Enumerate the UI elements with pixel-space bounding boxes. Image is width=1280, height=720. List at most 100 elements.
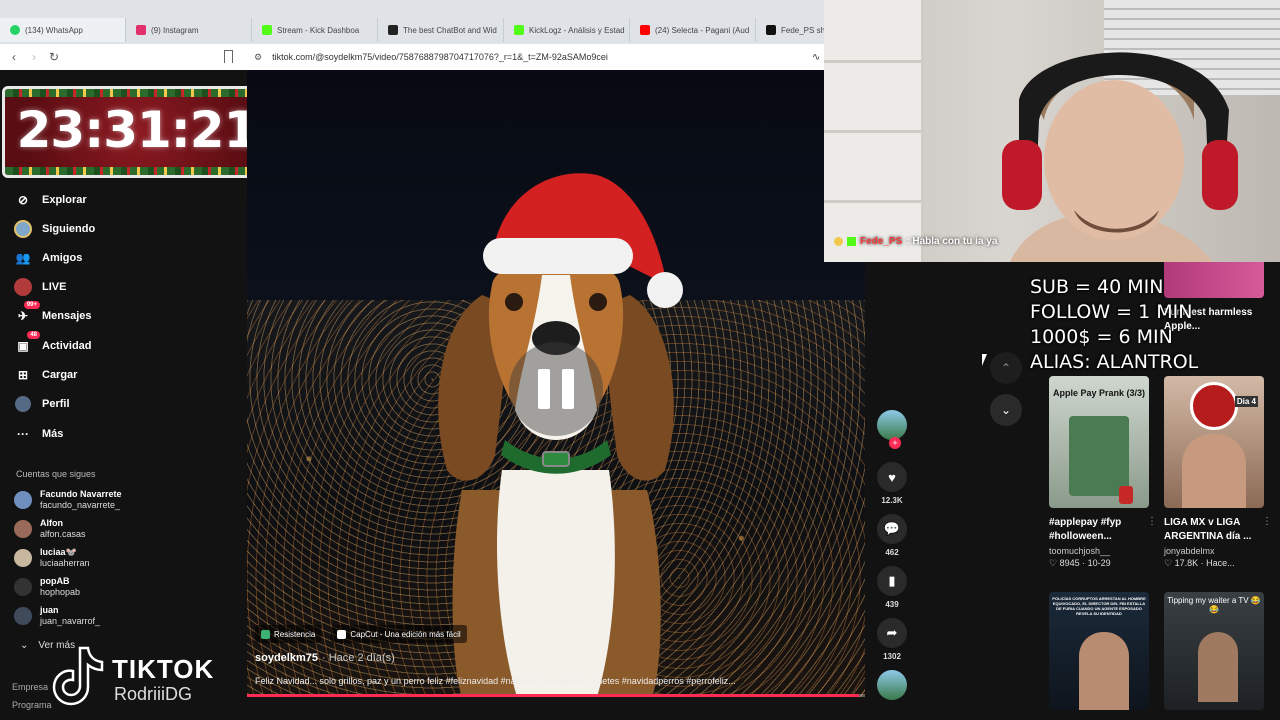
tiktok-logo-icon (52, 646, 104, 706)
more-icon: ··· (17, 427, 29, 441)
more-options-icon[interactable]: ⋮ (1262, 516, 1272, 527)
browser-tab[interactable]: Stream - Kick Dashboa (252, 18, 378, 42)
following-item[interactable]: juan juan_navarrof_ (14, 603, 100, 629)
like-button[interactable]: ♥ 12.3K (874, 462, 910, 505)
back-icon[interactable]: ‹ (4, 50, 24, 64)
profile-icon (14, 395, 32, 413)
reload-icon[interactable]: ↻ (44, 50, 64, 64)
feed-card[interactable]: POLICÍAS CORRUPTOS ARRESTAN AL HOMBRE EQ… (1049, 592, 1149, 710)
sidebar-item-cargar[interactable]: ⊞ Cargar (14, 364, 78, 386)
browser-tab[interactable]: The best ChatBot and Wid (378, 18, 504, 42)
creator-avatar (877, 410, 907, 440)
site-settings-icon[interactable]: ⚙ (254, 52, 262, 63)
comment-icon: 💬 (877, 514, 907, 544)
extension-icon[interactable]: ∿ (812, 52, 820, 63)
card-user: toomuchjosh__ (1049, 546, 1111, 556)
music-disc-button[interactable] (874, 670, 910, 700)
live-icon (14, 278, 32, 296)
following-item[interactable]: luciaa🐭 luciaaherran (14, 545, 90, 571)
browser-tab[interactable]: (24) Selecta - Pagani (Aud (630, 18, 756, 42)
sidebar-item-explorar[interactable]: ⊘ Explorar (14, 189, 87, 211)
stream-rule-line: ALIAS: ALANTROL (1030, 351, 1199, 373)
sidebar-item-amigos[interactable]: 👥 Amigos (14, 247, 83, 269)
url-field[interactable]: ⚙ tiktok.com/@soydelkm75/video/758768879… (246, 47, 806, 67)
share-button[interactable]: ➦ 1302 (874, 618, 910, 661)
sidebar-item-siguiendo[interactable]: Siguiendo (14, 218, 95, 240)
streamer-image (1002, 52, 1238, 262)
comment-count: 462 (885, 548, 899, 557)
browser-tab[interactable]: (9) Instagram (126, 18, 252, 42)
kick-icon (262, 25, 272, 35)
watermark-title: TIKTOK (112, 654, 215, 684)
webcam-shelf (824, 0, 924, 262)
following-item[interactable]: popAB hophopab (14, 574, 80, 600)
stream-rule-line: FOLLOW = 1 MIN (1030, 301, 1193, 323)
sidebar: ⊘ Explorar Siguiendo 👥 Amigos LIVE ✈ 99+ … (0, 185, 246, 720)
thumb-face (1182, 434, 1246, 508)
thumb-figure (1069, 416, 1129, 496)
feed-card[interactable]: Apple Pay Prank (3/3) #applepay #fyp #ho… (1049, 376, 1157, 569)
bookmark-icon[interactable] (224, 50, 233, 63)
garland-decoration (5, 89, 269, 97)
sidebar-item-mas[interactable]: ··· Más (14, 423, 63, 445)
activity-icon: ▣ 48 (14, 331, 40, 355)
card-thumbnail: Apple Pay Prank (3/3) (1049, 376, 1149, 508)
sidebar-item-perfil[interactable]: Perfil (14, 393, 70, 415)
video-author[interactable]: soydelkm75 · Hace 2 día(s) (255, 652, 395, 664)
card-thumbnail: Tipping my waiter a TV 😂😂 (1164, 592, 1264, 710)
card-title: LIGA MX v LIGA ARGENTINA día ... (1164, 517, 1252, 542)
pause-button[interactable] (509, 342, 603, 436)
chat-text: : Habla con tu ia ya (906, 236, 998, 247)
card-title: #applepay #fyp #holloween... (1049, 517, 1122, 542)
heart-icon: ♥ (877, 462, 907, 492)
save-button[interactable]: ▮ 439 (874, 566, 910, 609)
comment-button[interactable]: 💬 462 (874, 514, 910, 557)
avatar (14, 549, 32, 567)
chevron-down-icon: ⌄ (20, 640, 29, 651)
creator-avatar-button[interactable]: + (874, 410, 910, 449)
browser-tab[interactable]: KickLogz - Análisis y Estad (504, 18, 630, 42)
stream-rules-overlay: SUB = 40 MIN FOLLOW = 1 MIN 1000$ = 6 MI… (1030, 275, 1198, 375)
timer-value: 23:31:21 (16, 101, 259, 159)
stream-rule-line: SUB = 40 MIN (1030, 276, 1164, 298)
following-item[interactable]: Facundo Navarrete facundo_navarrete_ (14, 487, 122, 513)
more-options-icon[interactable]: ⋮ (1147, 516, 1157, 527)
messages-icon: ✈ 99+ (14, 301, 40, 325)
video-player[interactable]: Resistencia CapCut - Una edición más fác… (247, 70, 865, 697)
avatar-icon (14, 220, 32, 238)
browser-tab[interactable]: (134) WhatsApp (0, 18, 126, 42)
previous-video-button[interactable]: ⌃ (990, 352, 1022, 384)
sidebar-item-actividad[interactable]: ▣ 48 Actividad (14, 331, 92, 357)
card-thumbnail: POLICÍAS CORRUPTOS ARRESTAN AL HOMBRE EQ… (1049, 592, 1149, 710)
video-caption: Feliz Navidad... solo grillos, paz y un … (255, 676, 736, 686)
chatbot-icon (388, 25, 398, 35)
like-count: 12.3K (881, 496, 903, 505)
video-time-ago: · Hace 2 día(s) (321, 652, 395, 664)
screen: (134) WhatsApp (9) Instagram Stream - Ki… (0, 0, 1280, 720)
capcut-icon (337, 629, 347, 639)
forward-icon[interactable]: › (24, 50, 44, 64)
footer-link[interactable]: Empresa (12, 682, 48, 692)
watermark-username: RodriiiDG (114, 684, 193, 704)
x-icon (766, 25, 776, 35)
capcut-chip[interactable]: CapCut - Una edición más fácil (331, 625, 467, 643)
feed-card[interactable]: Tipping my waiter a TV 😂😂 (1164, 592, 1264, 710)
footer-link[interactable]: Programa (12, 700, 52, 710)
sidebar-item-live[interactable]: LIVE (14, 276, 66, 298)
video-progress-bar[interactable] (247, 694, 865, 697)
compass-icon: ⊘ (17, 193, 29, 207)
follow-plus-icon[interactable]: + (889, 437, 901, 449)
messages-badge: 99+ (23, 301, 40, 309)
following-item[interactable]: Alfon alfon.casas (14, 516, 86, 542)
thumb-badge-icon (1190, 382, 1238, 430)
location-icon (261, 629, 270, 639)
next-video-button[interactable]: ⌄ (990, 394, 1022, 426)
avatar (14, 520, 32, 538)
sidebar-item-mensajes[interactable]: ✈ 99+ Mensajes (14, 301, 92, 327)
card-stats: ♡ 17.8K · Hace... (1164, 558, 1235, 568)
chat-badge-icon (847, 237, 856, 246)
thumb-figure (1119, 486, 1133, 504)
card-thumbnail: Dia 4 (1164, 376, 1264, 508)
location-chip[interactable]: Resistencia (255, 625, 322, 643)
feed-card[interactable]: Dia 4 LIGA MX v LIGA ARGENTINA día ... j… (1164, 376, 1272, 569)
